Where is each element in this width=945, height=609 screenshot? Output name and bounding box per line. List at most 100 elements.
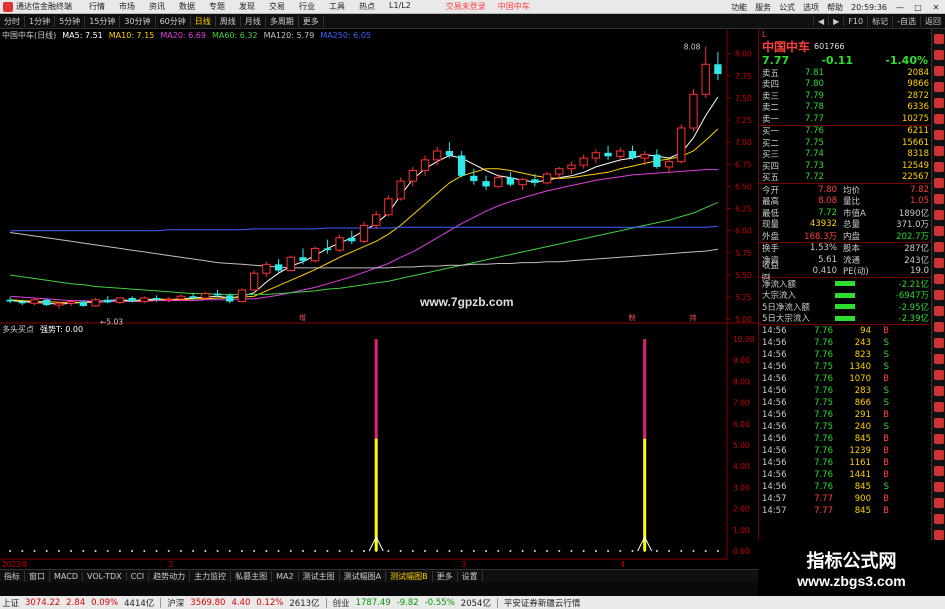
period-tab[interactable]: 1分钟 (25, 15, 56, 27)
period-tab[interactable]: 15分钟 (85, 15, 121, 27)
indicator-tab[interactable]: 趋势动力 (149, 570, 191, 582)
period-tab[interactable]: 月线 (241, 15, 266, 27)
menu-item[interactable]: 工具 (322, 1, 352, 12)
order-book-row[interactable]: 买四 7.73 12549 (759, 160, 931, 172)
period-tab[interactable]: 30分钟 (120, 15, 156, 27)
tool-icon[interactable] (933, 306, 944, 316)
tool-icon[interactable] (933, 242, 944, 252)
order-book-row[interactable]: 卖一 7.77 10275 (759, 113, 931, 125)
indicator-tab[interactable]: MA2 (272, 571, 299, 581)
right-menu-item[interactable]: 功能 (731, 2, 747, 13)
tool-icon[interactable] (933, 386, 944, 396)
tool-icon[interactable] (933, 210, 944, 220)
tool-icon[interactable] (933, 34, 944, 44)
tool-icon[interactable] (933, 98, 944, 108)
indicator-tab[interactable]: 更多 (433, 570, 458, 582)
menu-item[interactable]: 发现 (232, 1, 262, 12)
menu-item[interactable]: 行情 (82, 1, 112, 12)
event-marker[interactable]: 制 (628, 313, 635, 322)
tool-icon[interactable] (933, 418, 944, 428)
candle-body (714, 64, 722, 74)
tool-button[interactable]: -自选 (892, 16, 920, 27)
period-tab[interactable]: 多周期 (266, 15, 299, 27)
right-menu-item[interactable]: 选项 (803, 2, 819, 13)
indicator-tab[interactable]: MACD (50, 571, 83, 581)
tick-list[interactable]: 14:56 7.76 94 B 14:56 7.76 243 S 14:56 7.76 823 S 14… (759, 325, 931, 517)
tool-icon[interactable] (933, 322, 944, 332)
menu-item[interactable]: 行业 (292, 1, 322, 12)
tool-icon[interactable] (933, 514, 944, 524)
minimize-button[interactable]: — (895, 3, 905, 12)
indicator-tab[interactable]: 窗口 (25, 570, 50, 582)
indicator-tab[interactable]: 测试幅图A (340, 570, 387, 582)
indicator-tab[interactable]: 测试幅图B (386, 570, 433, 582)
period-tab[interactable]: 分时 (0, 15, 25, 27)
tool-icon[interactable] (933, 226, 944, 236)
tool-button[interactable]: ◀ (813, 17, 828, 26)
order-book-row[interactable]: 卖四 7.80 9866 (759, 79, 931, 90)
tool-icon[interactable] (933, 130, 944, 140)
period-tab[interactable]: 周线 (216, 15, 241, 27)
indicator-tab[interactable]: 私募主图 (231, 570, 273, 582)
menu-item[interactable]: 交易 (262, 1, 292, 12)
tool-icon[interactable] (933, 338, 944, 348)
tool-icon[interactable] (933, 146, 944, 156)
maximize-button[interactable]: □ (913, 3, 923, 12)
close-button[interactable]: ✕ (931, 3, 941, 12)
indicator-tab[interactable]: 测试主图 (299, 570, 340, 582)
tool-icon[interactable] (933, 354, 944, 364)
tool-icon[interactable] (933, 258, 944, 268)
right-menu-item[interactable]: 公式 (779, 2, 795, 13)
order-book-row[interactable]: 买一 7.76 6211 (759, 126, 931, 137)
tool-icon[interactable] (933, 466, 944, 476)
tool-button[interactable]: 标记 (867, 16, 892, 27)
tool-icon[interactable] (933, 162, 944, 172)
menu-item[interactable]: L1/L2 (382, 1, 418, 12)
tool-icon[interactable] (933, 82, 944, 92)
period-tab[interactable]: 60分钟 (156, 15, 191, 27)
period-tab[interactable]: 更多 (299, 15, 324, 27)
tool-button[interactable]: 返回 (920, 16, 945, 27)
tool-button[interactable]: ▶ (828, 17, 843, 26)
tool-icon[interactable] (933, 498, 944, 508)
chart-area[interactable]: 8.00 7.75 7.50 7.25 7.00 6.75 6.50 6.25 6.00 5.75… (0, 29, 758, 569)
tool-icon[interactable] (933, 402, 944, 412)
tool-icon[interactable] (933, 482, 944, 492)
tool-icon[interactable] (933, 450, 944, 460)
tool-icon[interactable] (933, 178, 944, 188)
order-book-row[interactable]: 卖三 7.79 2872 (759, 90, 931, 102)
tool-icon[interactable] (933, 50, 944, 60)
event-marker[interactable]: 增 (299, 313, 306, 322)
menu-item[interactable]: 热点 (352, 1, 382, 12)
tool-icon[interactable] (933, 290, 944, 300)
indicator-tab[interactable]: 设置 (458, 570, 483, 582)
order-book-row[interactable]: 卖二 7.78 6336 (759, 102, 931, 113)
right-menu-item[interactable]: 帮助 (827, 2, 843, 13)
trade-login-status[interactable]: 交易未登录 (446, 1, 486, 12)
tool-icon[interactable] (933, 530, 944, 540)
tool-icon[interactable] (933, 114, 944, 124)
period-tab[interactable]: 5分钟 (55, 15, 86, 27)
tool-icon[interactable] (933, 194, 944, 204)
tool-icon[interactable] (933, 66, 944, 76)
indicator-tab[interactable]: 指标 (0, 570, 25, 582)
order-price: 7.74 (805, 149, 824, 160)
menu-item[interactable]: 专题 (202, 1, 232, 12)
menu-item[interactable]: 市场 (112, 1, 142, 12)
tool-button[interactable]: F10 (843, 17, 867, 26)
indicator-tab[interactable]: CCI (127, 571, 150, 581)
tool-icon[interactable] (933, 370, 944, 380)
menu-item[interactable]: 数据 (172, 1, 202, 12)
right-menu-item[interactable]: 服务 (755, 2, 771, 13)
menu-item[interactable]: 资讯 (142, 1, 172, 12)
tool-icon[interactable] (933, 434, 944, 444)
period-tab[interactable]: 日线 (191, 15, 216, 27)
order-book-row[interactable]: 买三 7.74 8318 (759, 149, 931, 160)
tool-icon[interactable] (933, 274, 944, 284)
indicator-tab[interactable]: 主力监控 (190, 570, 232, 582)
order-book-row[interactable]: 卖五 7.81 2084 (759, 67, 931, 79)
indicator-tab[interactable]: VOL-TDX (83, 571, 127, 581)
event-marker[interactable]: 持 (689, 313, 696, 322)
order-book-row[interactable]: 买五 7.72 22567 (759, 172, 931, 183)
order-book-row[interactable]: 买二 7.75 15661 (759, 137, 931, 149)
